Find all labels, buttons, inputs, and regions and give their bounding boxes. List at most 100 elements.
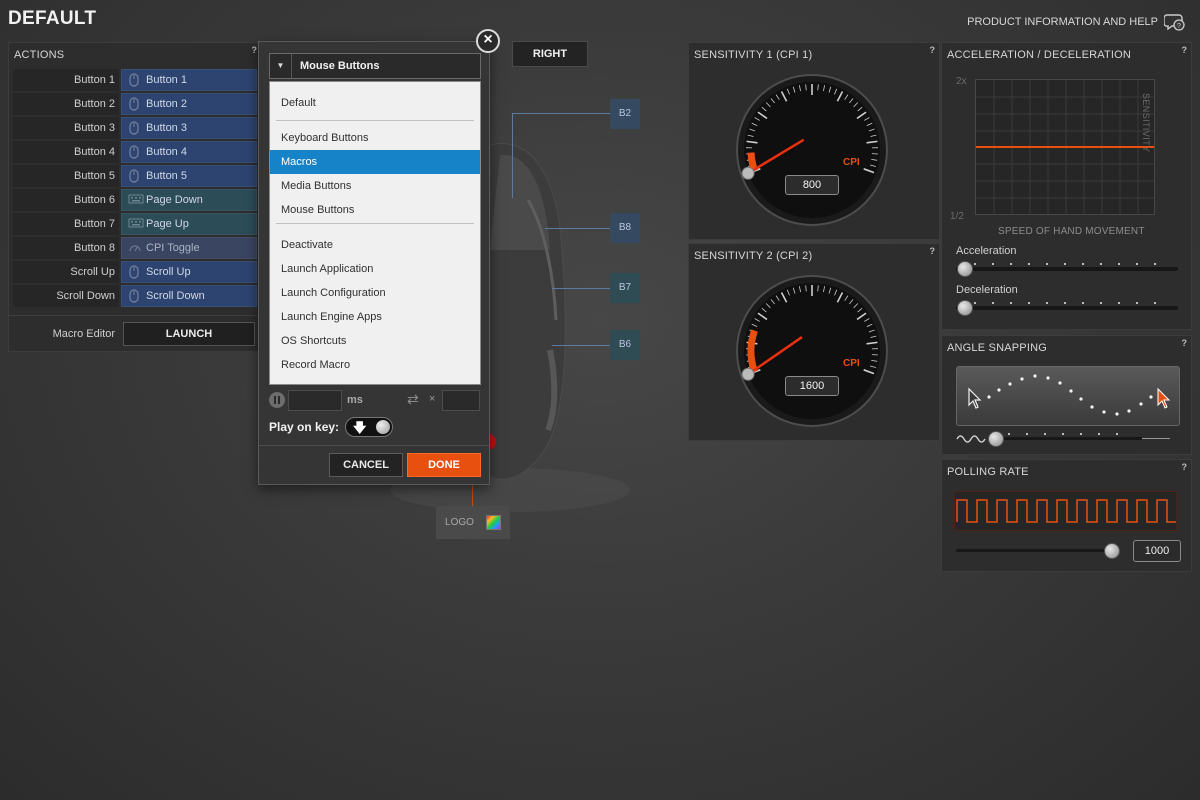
action-assignment[interactable]: Scroll Up [121, 261, 257, 283]
polling-rate-slider[interactable] [956, 549, 1112, 552]
dropdown-option[interactable]: Record Macro [270, 353, 480, 377]
mouse-icon [128, 169, 140, 183]
slider-tick [1064, 302, 1066, 304]
slider-tick [1046, 302, 1048, 304]
polling-rate-title: POLLING RATE [947, 466, 1029, 478]
logo-connector [472, 485, 473, 506]
deceleration-slider-knob[interactable] [957, 300, 973, 316]
repeat-count-input[interactable] [442, 390, 480, 411]
acceleration-slider-knob[interactable] [957, 261, 973, 277]
tag-b8[interactable]: B8 [610, 213, 640, 243]
cancel-button[interactable]: CANCEL [329, 453, 403, 477]
dropdown-option[interactable]: Launch Application [270, 257, 480, 281]
cpi-1-value-input[interactable]: 800 [785, 175, 839, 195]
actions-title: ACTIONS [14, 49, 65, 61]
sensitivity-1-title: SENSITIVITY 1 (CPI 1) [694, 49, 813, 61]
slider-tick [992, 302, 994, 304]
cpi-1-gauge[interactable]: CPI [735, 73, 889, 227]
polling-rate-value[interactable]: 1000 [1133, 540, 1181, 562]
acceleration-graph [975, 79, 1155, 215]
slider-tick [1136, 302, 1138, 304]
dropdown-option[interactable]: Deactivate [270, 233, 480, 257]
action-assignment[interactable]: Button 2 [121, 93, 257, 115]
sensitivity-2-help-button[interactable]: ? [930, 246, 936, 256]
slider-tick [974, 302, 976, 304]
y-axis-label: SENSITIVITY [1141, 93, 1151, 153]
angle-snapping-title: ANGLE SNAPPING [947, 342, 1047, 354]
dropdown-option[interactable]: OS Shortcuts [270, 329, 480, 353]
action-assignment[interactable]: Button 1 [121, 69, 257, 91]
action-assignment-label: Page Up [146, 218, 189, 230]
cpi-1-unit-label: CPI [843, 157, 860, 168]
polling-rate-slider-knob[interactable] [1104, 543, 1120, 559]
wave-icon [956, 435, 986, 443]
acceleration-label: Acceleration [956, 245, 1017, 257]
acceleration-slider[interactable] [956, 263, 1178, 271]
actions-divider [9, 315, 263, 316]
mouse-icon [128, 97, 140, 111]
slider-tick [1062, 433, 1064, 435]
polling-rate-waveform [954, 491, 1177, 531]
category-dropdown[interactable]: ▼ Mouse Buttons [269, 53, 481, 79]
cpi-2-value-input[interactable]: 1600 [785, 376, 839, 396]
play-on-key-toggle[interactable]: 🡇 [345, 417, 393, 437]
action-assignment[interactable]: Page Down [121, 189, 257, 211]
sensitivity-1-help-button[interactable]: ? [930, 45, 936, 55]
x-axis-label: SPEED OF HAND MOVEMENT [998, 226, 1145, 237]
deceleration-label: Deceleration [956, 284, 1018, 296]
action-assignment[interactable]: CPI Toggle [121, 237, 257, 259]
angle-snapping-help-button[interactable]: ? [1182, 338, 1188, 348]
action-row: Button 5 Button 5 [13, 165, 257, 187]
dropdown-option[interactable]: Macros [270, 150, 480, 174]
cpi-2-gauge[interactable]: CPI [735, 274, 889, 428]
delay-input[interactable] [288, 390, 342, 411]
b2-connector-vertical [512, 113, 513, 198]
slider-tick [974, 263, 976, 265]
cursor-end-icon [1157, 387, 1171, 409]
help-link-label: PRODUCT INFORMATION AND HELP [967, 16, 1158, 28]
dropdown-option[interactable]: Default [270, 91, 480, 115]
action-button-name: Button 3 [13, 117, 119, 139]
acceleration-help-button[interactable]: ? [1182, 45, 1188, 55]
dropdown-option[interactable]: Keyboard Buttons [270, 126, 480, 150]
acceleration-panel: ACCELERATION / DECELERATION ? 2x 1/2 SEN… [941, 42, 1192, 330]
tag-b7[interactable]: B7 [610, 273, 640, 303]
dropdown-option[interactable]: Mouse Buttons [270, 198, 480, 222]
polling-rate-help-button[interactable]: ? [1182, 462, 1188, 472]
launch-macro-editor-button[interactable]: LAUNCH [123, 322, 255, 346]
right-view-tab[interactable]: RIGHT [512, 41, 588, 67]
actions-panel: ACTIONS ? Button 1 Button 1 Button 2 Button… [8, 42, 263, 352]
product-help-link[interactable]: PRODUCT INFORMATION AND HELP ? [967, 12, 1186, 32]
angle-snapping-slider-knob[interactable] [988, 431, 1004, 447]
arrow-down-icon: 🡇 [353, 420, 367, 435]
macro-editor-label: Macro Editor [52, 328, 115, 340]
action-assignment-label: Button 5 [146, 170, 187, 182]
angle-snapping-preview [956, 366, 1180, 426]
slider-tick [1010, 302, 1012, 304]
tag-b6[interactable]: B6 [610, 330, 640, 360]
action-button-name: Button 6 [13, 189, 119, 211]
action-assignment[interactable]: Scroll Down [121, 285, 257, 307]
dropdown-option[interactable]: Launch Configuration [270, 281, 480, 305]
angle-snapping-slider[interactable] [990, 433, 1142, 440]
dropdown-selected-label: Mouse Buttons [300, 60, 380, 72]
action-assignment[interactable]: Button 5 [121, 165, 257, 187]
action-assignment[interactable]: Button 3 [121, 117, 257, 139]
slider-tick [1118, 263, 1120, 265]
slider-tick [1118, 302, 1120, 304]
logo-tag[interactable]: LOGO [436, 506, 510, 539]
close-dialog-button[interactable]: × [476, 29, 500, 53]
action-assignment[interactable]: Button 4 [121, 141, 257, 163]
deceleration-slider[interactable] [956, 302, 1178, 310]
action-assignment-label: Button 3 [146, 122, 187, 134]
angle-snapping-panel: ANGLE SNAPPING ? [941, 335, 1192, 455]
dropdown-option[interactable]: Media Buttons [270, 174, 480, 198]
action-assignment[interactable]: Page Up [121, 213, 257, 235]
done-button[interactable]: DONE [407, 453, 481, 477]
dropdown-option[interactable]: Launch Engine Apps [270, 305, 480, 329]
b7-connector [552, 288, 610, 289]
play-on-key-label: Play on key: [269, 420, 340, 434]
tag-b2[interactable]: B2 [610, 99, 640, 129]
actions-help-button[interactable]: ? [252, 45, 258, 55]
slider-tick [1098, 433, 1100, 435]
